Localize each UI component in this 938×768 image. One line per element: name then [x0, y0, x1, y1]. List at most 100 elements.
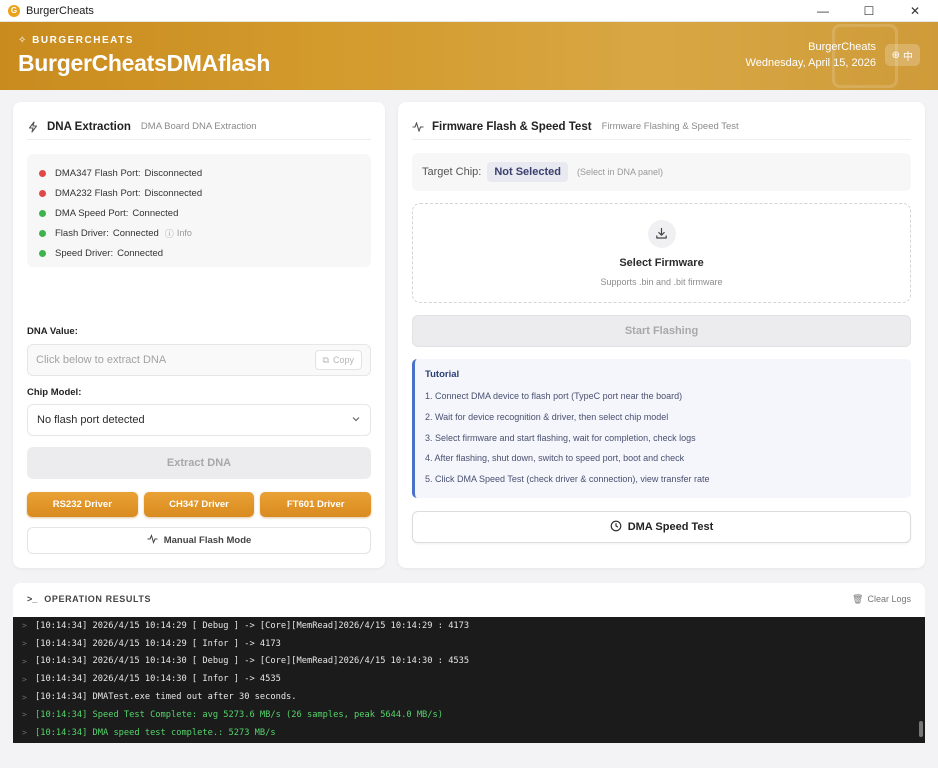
- user-name: BurgerCheats: [808, 41, 876, 53]
- status-row: DMA Speed Port: Connected: [39, 204, 359, 224]
- app-logo-icon: G: [8, 4, 20, 17]
- log-line: > [10:14:34] 2026/4/15 10:14:29 [ Infor ]…: [13, 635, 925, 653]
- status-dot: [39, 170, 46, 178]
- brand-tagline: ✧ BURGERCHEATS: [18, 35, 134, 46]
- flash-panel-header: Firmware Flash & Speed Test Firmware Fla…: [412, 116, 911, 140]
- log-line: > [10:14:34] 2026/4/15 10:14:30 [ Infor ]…: [13, 670, 925, 688]
- status-label: Flash Driver:: [55, 227, 109, 239]
- dna-panel-header: DNA Extraction DMA Board DNA Extraction: [27, 116, 371, 140]
- start-flashing-button[interactable]: Start Flashing: [412, 315, 911, 347]
- dna-value-field[interactable]: Click below to extract DNA ⧉ Copy: [27, 344, 371, 376]
- status-row: DMA347 Flash Port: Disconnected: [39, 164, 359, 184]
- chevron-right-icon: >: [22, 674, 27, 684]
- copy-icon: ⧉: [322, 354, 329, 365]
- language-label: 中: [903, 51, 913, 63]
- speed-test-label: DMA Speed Test: [627, 521, 714, 533]
- manual-flash-mode-button[interactable]: Manual Flash Mode: [27, 527, 371, 554]
- minimize-button[interactable]: —: [800, 0, 846, 22]
- firmware-drop-zone[interactable]: Select Firmware Supports .bin and .bit f…: [412, 203, 911, 303]
- lightning-icon: [27, 120, 39, 133]
- tutorial-box: Tutorial 1. Connect DMA device to flash …: [412, 359, 911, 498]
- brand-small-text: BURGERCHEATS: [32, 35, 134, 46]
- copy-button[interactable]: ⧉ Copy: [314, 350, 362, 370]
- chevron-right-icon: >: [22, 621, 27, 631]
- status-row: DMA232 Flash Port: Disconnected: [39, 184, 359, 204]
- port-status-list: DMA347 Flash Port: Disconnected DMA232 F…: [27, 154, 371, 267]
- dma-speed-test-button[interactable]: DMA Speed Test: [412, 511, 911, 543]
- app-header: ✧ BURGERCHEATS BurgerCheatsDMAflash Burg…: [0, 22, 938, 90]
- chevron-down-icon: [351, 414, 361, 427]
- window-title: BurgerCheats: [26, 4, 94, 17]
- firmware-flash-panel: Firmware Flash & Speed Test Firmware Fla…: [398, 102, 925, 568]
- window-titlebar: G BurgerCheats — ☐ ✕: [0, 0, 938, 22]
- operation-results-panel: >_ OPERATION RESULTS 🗑 Clear Logs > [10:1…: [13, 583, 925, 743]
- maximize-button[interactable]: ☐: [846, 0, 892, 22]
- target-chip-row: Target Chip: Not Selected (Select in DNA…: [412, 153, 911, 191]
- driver-buttons: RS232 Driver CH347 Driver FT601 Driver: [27, 492, 372, 517]
- copy-label: Copy: [332, 355, 354, 365]
- dna-value-label: DNA Value:: [27, 326, 78, 337]
- status-dot: [39, 209, 46, 217]
- terminal-icon: >_: [27, 594, 38, 604]
- status-dot: [39, 229, 46, 237]
- chevron-right-icon: >: [22, 692, 27, 702]
- console-scrollbar[interactable]: [919, 721, 923, 737]
- log-text: [10:14:34] DMATest.exe timed out after 3…: [35, 692, 297, 703]
- window-controls: — ☐ ✕: [800, 0, 938, 22]
- results-title: OPERATION RESULTS: [44, 594, 152, 604]
- status-label: DMA Speed Port:: [55, 207, 129, 219]
- log-line: > [10:14:34] DMATest.exe timed out after …: [13, 688, 925, 706]
- target-chip-hint: (Select in DNA panel): [576, 167, 663, 177]
- download-icon: [647, 219, 676, 248]
- app-title: BurgerCheatsDMAflash: [18, 50, 271, 76]
- chevron-right-icon: >: [22, 710, 27, 720]
- chevron-right-icon: >: [22, 639, 27, 649]
- tutorial-step: 2. Wait for device recognition & driver,…: [425, 411, 669, 422]
- log-text: [10:14:34] 2026/4/15 10:14:30 [ Debug ] …: [35, 656, 470, 667]
- tutorial-step: 4. After flashing, shut down, switch to …: [425, 453, 685, 464]
- dna-extraction-panel: DNA Extraction DMA Board DNA Extraction …: [13, 102, 385, 568]
- language-toggle-button[interactable]: ⊕ 中: [884, 44, 920, 66]
- select-firmware-title: Select Firmware: [619, 256, 704, 269]
- chip-model-value: No flash port detected: [37, 414, 145, 426]
- driver-info-link[interactable]: ⓘ Info: [165, 227, 192, 240]
- log-text: [10:14:34] 2026/4/15 10:14:29 [ Debug ] …: [35, 620, 470, 631]
- ch347-driver-button[interactable]: CH347 Driver: [143, 492, 255, 517]
- flash-panel-subtitle: Firmware Flashing & Speed Test: [601, 121, 739, 132]
- status-row: Speed Driver: Connected: [39, 243, 359, 263]
- status-value: Disconnected: [144, 188, 203, 200]
- chip-model-label: Chip Model:: [27, 387, 82, 398]
- chevron-right-icon: >: [22, 728, 27, 738]
- log-text: [10:14:34] 2026/4/15 10:14:29 [ Infor ] …: [35, 638, 281, 649]
- dna-placeholder: Click below to extract DNA: [36, 354, 167, 366]
- clear-logs-button[interactable]: 🗑 Clear Logs: [852, 594, 911, 605]
- info-icon: ⓘ: [164, 228, 174, 239]
- clock-icon: [610, 520, 622, 535]
- ft601-driver-button[interactable]: FT601 Driver: [260, 492, 372, 517]
- info-label: Info: [176, 228, 192, 239]
- log-text: [10:14:34] DMA speed test complete.: 527…: [35, 727, 276, 738]
- globe-icon: ⊕: [891, 49, 900, 61]
- target-chip-badge: Not Selected: [487, 162, 568, 182]
- trash-icon: 🗑: [852, 593, 864, 604]
- status-dot: [39, 249, 46, 257]
- log-line: > [10:14:34] DMA speed test complete.: 52…: [13, 724, 925, 742]
- chevron-right-icon: >: [22, 656, 27, 666]
- rs232-driver-button[interactable]: RS232 Driver: [27, 492, 138, 517]
- chip-model-select[interactable]: No flash port detected: [27, 404, 371, 436]
- tutorial-step: 5. Click DMA Speed Test (check driver & …: [425, 474, 710, 485]
- status-label: Speed Driver:: [55, 247, 114, 259]
- status-value: Connected: [112, 227, 159, 239]
- clear-logs-label: Clear Logs: [867, 594, 911, 604]
- dna-panel-subtitle: DMA Board DNA Extraction: [140, 121, 257, 132]
- flash-panel-title: Firmware Flash & Speed Test: [432, 120, 592, 133]
- log-console[interactable]: > [10:14:34] 2026/4/15 10:14:29 [ Debug ]…: [13, 617, 925, 743]
- manual-flash-label: Manual Flash Mode: [163, 535, 252, 546]
- close-button[interactable]: ✕: [892, 0, 938, 22]
- pulse-icon: [147, 534, 158, 547]
- log-line: > [10:14:34] Speed Test Complete: avg 527…: [13, 706, 925, 724]
- status-label: DMA232 Flash Port:: [55, 188, 141, 200]
- log-text: [10:14:34] Speed Test Complete: avg 5273…: [35, 709, 443, 720]
- log-text: [10:14:34] 2026/4/15 10:14:30 [ Infor ] …: [35, 674, 281, 685]
- extract-dna-button[interactable]: Extract DNA: [27, 447, 371, 479]
